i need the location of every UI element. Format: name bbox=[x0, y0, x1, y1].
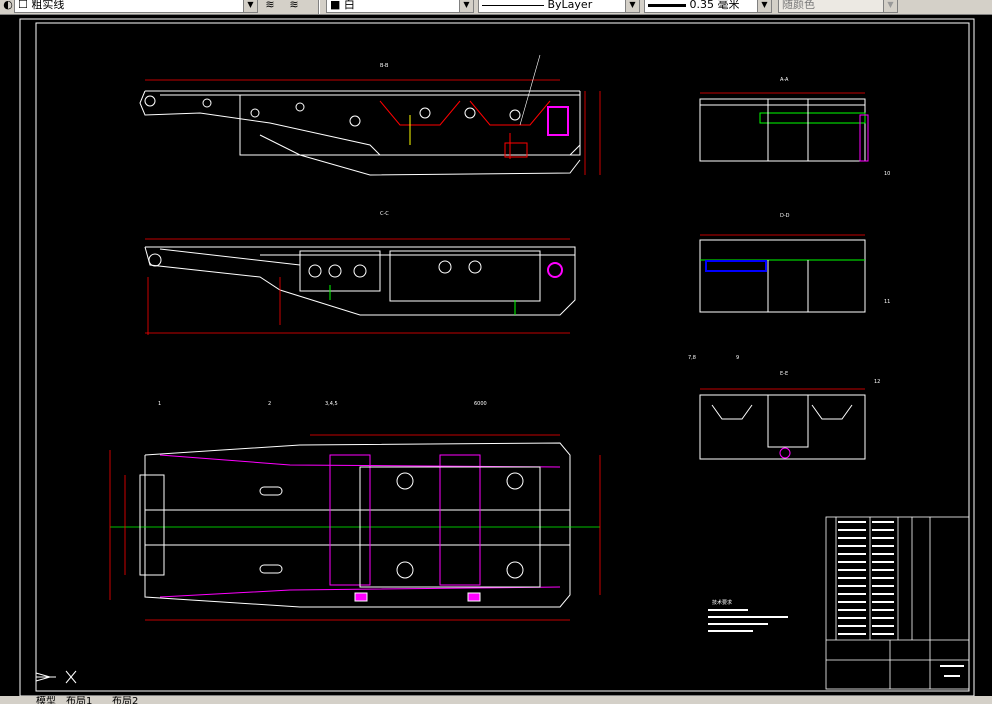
color-value: 白 bbox=[343, 0, 355, 11]
plotstyle-value: 随颜色 bbox=[782, 0, 815, 11]
tab-layout1[interactable]: 布局1 bbox=[66, 696, 92, 704]
section-label-bb: B-B bbox=[380, 63, 389, 69]
layer-label: 粗实线 bbox=[31, 0, 65, 11]
section-view-aa bbox=[699, 92, 869, 162]
technical-notes: 技术要求 bbox=[708, 599, 788, 632]
callout-9: 9 bbox=[736, 355, 739, 361]
callout-2: 2 bbox=[268, 401, 271, 407]
callout-6000: 6000 bbox=[474, 401, 487, 407]
properties-toolbar: ◐ ☐ 粗实线 ▼ ≋ ≋ ■ 白 ▼ ByLayer ▼ 0.35 毫米 ▼ … bbox=[0, 0, 992, 15]
drawing-canvas[interactable]: B-B C-C A-A D-D E-E 1 2 3,4,5 6000 7,8 9… bbox=[0, 15, 992, 696]
callout-11: 11 bbox=[884, 299, 890, 305]
section-view-dd bbox=[699, 234, 866, 313]
chevron-down-icon[interactable]: ▼ bbox=[757, 0, 771, 12]
layer-dropdown[interactable]: ☐ 粗实线 ▼ bbox=[14, 0, 258, 13]
linetype-value: ByLayer bbox=[547, 0, 593, 11]
layer-previous-icon[interactable]: ≋ bbox=[286, 0, 302, 12]
sheet-outer-border bbox=[19, 18, 975, 696]
notes-title: 技术要求 bbox=[712, 599, 732, 606]
lineweight-value: 0.35 毫米 bbox=[689, 0, 740, 11]
callout-345: 3,4,5 bbox=[325, 401, 338, 407]
ucs-icon bbox=[35, 670, 77, 684]
parts-list-rows bbox=[838, 521, 964, 677]
callout-1: 1 bbox=[158, 401, 161, 407]
toolbar-separator bbox=[318, 0, 320, 14]
chevron-down-icon: ▼ bbox=[883, 0, 897, 12]
chevron-down-icon[interactable]: ▼ bbox=[459, 0, 473, 12]
color-swatch-icon: ■ bbox=[330, 0, 341, 11]
side-view-top bbox=[139, 54, 601, 176]
tab-layout2[interactable]: 布局2 bbox=[112, 696, 138, 704]
tab-model[interactable]: 模型 bbox=[36, 696, 56, 704]
section-label-dd: D-D bbox=[780, 213, 790, 219]
callout-78: 7,8 bbox=[688, 355, 696, 361]
section-label-aa: A-A bbox=[780, 77, 789, 83]
section-view-ee bbox=[699, 388, 866, 460]
plan-view bbox=[109, 434, 601, 621]
side-view-middle bbox=[144, 238, 576, 335]
chevron-down-icon[interactable]: ▼ bbox=[243, 0, 257, 12]
make-layer-current-icon[interactable]: ≋ bbox=[262, 0, 278, 12]
linetype-preview bbox=[482, 4, 544, 6]
chevron-down-icon[interactable]: ▼ bbox=[625, 0, 639, 12]
lineweight-preview bbox=[648, 3, 686, 7]
linetype-dropdown[interactable]: ByLayer ▼ bbox=[478, 0, 640, 13]
section-label-cc: C-C bbox=[380, 211, 389, 217]
color-dropdown[interactable]: ■ 白 ▼ bbox=[326, 0, 474, 13]
callout-12: 12 bbox=[874, 379, 880, 385]
layout-tabs: 模型 布局1 布局2 bbox=[0, 696, 992, 704]
lineweight-dropdown[interactable]: 0.35 毫米 ▼ bbox=[644, 0, 772, 13]
section-label-ee: E-E bbox=[780, 371, 788, 377]
callout-10: 10 bbox=[884, 171, 890, 177]
layer-swatch-icon: ☐ bbox=[18, 0, 28, 11]
plotstyle-dropdown: 随颜色 ▼ bbox=[778, 0, 898, 13]
